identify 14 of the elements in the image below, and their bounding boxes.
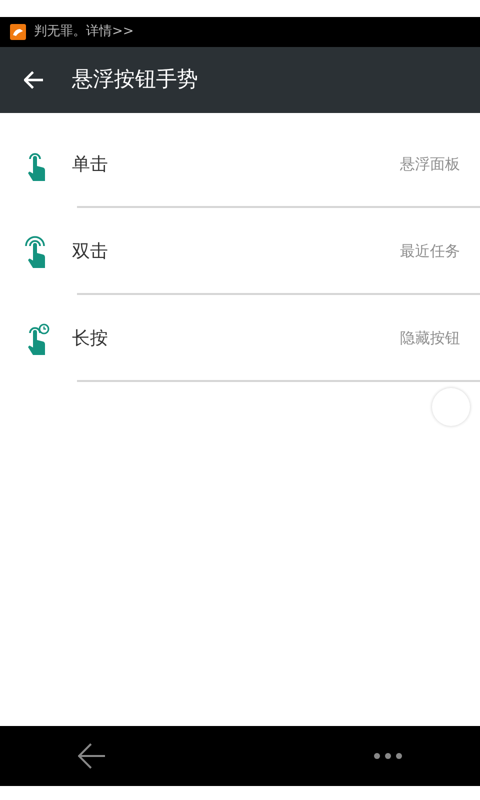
gesture-action: 最近任务 [400,241,460,262]
screen-title: 悬浮按钮手势 [72,66,198,94]
gesture-row[interactable]: 双击 最近任务 [0,208,480,295]
gesture-row[interactable]: 单击 悬浮面板 [0,121,480,208]
gesture-action: 悬浮面板 [400,154,460,176]
back-icon[interactable] [78,743,106,769]
gesture-label: 长按 [72,327,108,351]
notification-text[interactable]: 判无罪。详情>> [34,22,134,42]
gesture-label: 双击 [72,240,108,264]
app-icon [10,24,26,40]
gesture-row[interactable]: 长按 隐藏按钮 [0,295,480,382]
more-icon[interactable] [374,753,402,759]
gesture-label: 单击 [72,153,108,177]
gesture-action: 隐藏按钮 [400,328,460,350]
